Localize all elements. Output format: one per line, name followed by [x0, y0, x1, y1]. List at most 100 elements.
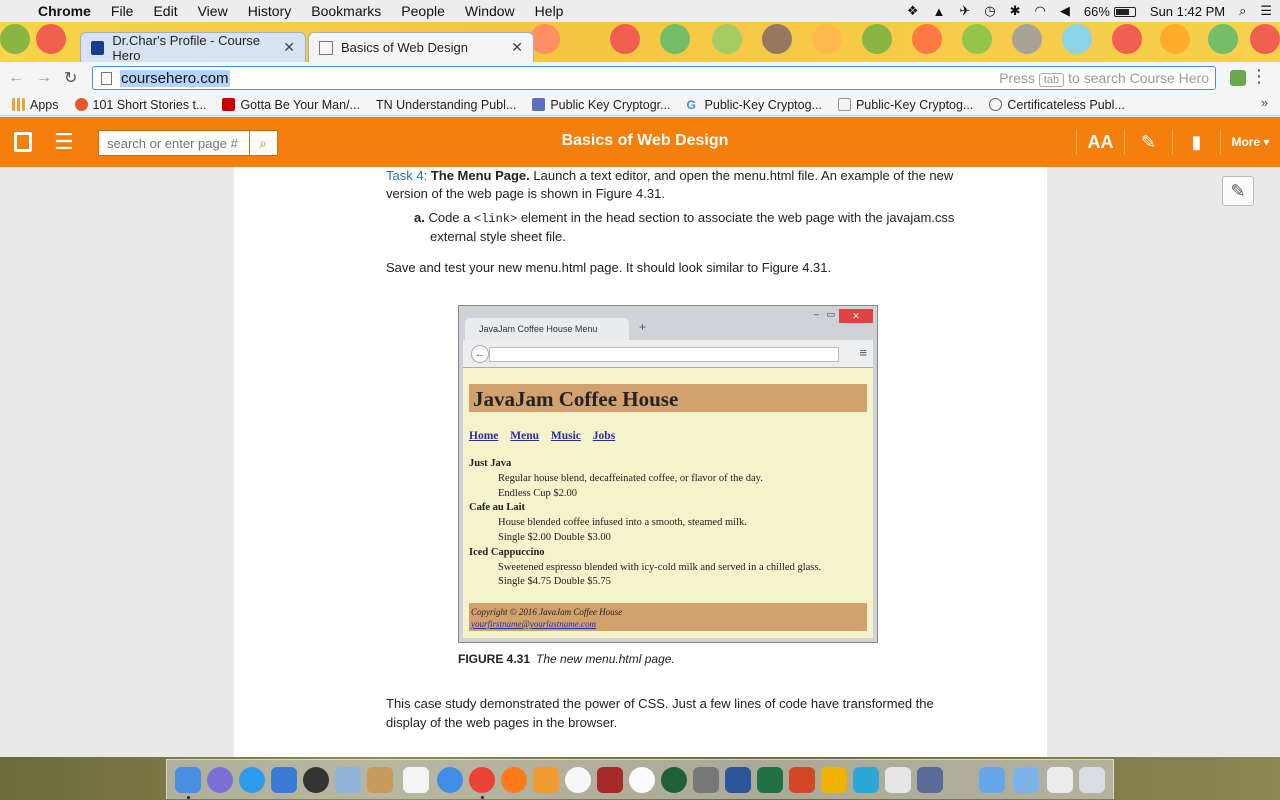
step-letter: a.	[414, 210, 425, 225]
font-size-button[interactable]: AA	[1076, 129, 1124, 155]
word-icon[interactable]	[725, 767, 751, 793]
mission-control-icon[interactable]	[271, 767, 297, 793]
menu-window[interactable]: Window	[465, 3, 515, 19]
more-button[interactable]: More ▾	[1220, 129, 1280, 155]
back-icon[interactable]: ←	[8, 69, 24, 87]
chrome-menu-icon[interactable]: ⋮	[1250, 66, 1268, 87]
tab-title: Basics of Web Design	[341, 40, 468, 55]
bookmark-item[interactable]: Certificateless Publ...	[989, 98, 1125, 112]
safari-icon[interactable]	[437, 767, 463, 793]
downloads-stack-icon[interactable]	[1047, 767, 1073, 793]
photos-icon[interactable]	[629, 767, 655, 793]
menu-app-name[interactable]: Chrome	[38, 3, 91, 19]
bluetooth-icon[interactable]: ✱	[1010, 3, 1021, 19]
finder-icon[interactable]	[175, 767, 201, 793]
chrome-icon[interactable]	[469, 767, 495, 793]
hint-key: tab	[1038, 73, 1065, 87]
bookmark-item[interactable]: Public Key Cryptogr...	[532, 97, 671, 112]
preview-icon[interactable]	[335, 767, 361, 793]
citrix-icon[interactable]	[853, 767, 879, 793]
tab-close-icon[interactable]: ✕	[283, 39, 295, 56]
coursehero-toolbar: ☰ ⌕ Basics of Web Design AA ✎ ▮ More ▾	[0, 117, 1280, 167]
hint-text: to search Course Hero	[1068, 70, 1209, 86]
edit-note-icon[interactable]: ✎	[1222, 176, 1254, 206]
tab-close-icon[interactable]: ✕	[511, 39, 523, 56]
firefox-icon[interactable]	[501, 767, 527, 793]
figure-screenshot: JavaJam Coffee House Menu + – ▭ ✕ ← ≡ Ja…	[458, 305, 878, 643]
tab-basics-web-design[interactable]: Basics of Web Design ✕	[308, 32, 534, 62]
tab-profile[interactable]: Dr.Char's Profile - Course Hero ✕	[80, 32, 306, 62]
theme-decoration	[762, 24, 792, 54]
ibooks-icon[interactable]	[533, 767, 559, 793]
tab-strip: Dr.Char's Profile - Course Hero ✕ Basics…	[0, 22, 1280, 62]
battery-icon	[1113, 7, 1136, 18]
photo-booth-icon[interactable]	[597, 767, 623, 793]
vpn-icon[interactable]: ✈	[959, 3, 970, 19]
menu-item-price: Single $2.00 Double $3.00	[498, 531, 611, 543]
theme-decoration	[660, 24, 690, 54]
menu-people[interactable]: People	[401, 3, 445, 19]
forward-icon[interactable]: →	[36, 69, 52, 87]
trash-icon[interactable]	[1079, 767, 1105, 793]
bookmark-label: Public Key Cryptogr...	[550, 97, 671, 112]
task-paragraph: Task 4: The Menu Page. Launch a text edi…	[386, 167, 956, 203]
file-icon[interactable]	[885, 767, 911, 793]
volume-icon[interactable]: ◀	[1060, 3, 1070, 19]
figure-minimize-icon: –	[813, 309, 819, 319]
bookmark-item[interactable]: TN Understanding Publ...	[376, 98, 516, 112]
figure-nav-link: Jobs	[592, 430, 616, 442]
contacts-icon[interactable]	[367, 767, 393, 793]
bookmarks-bar: Apps 101 Short Stories t... Gotta Be You…	[0, 94, 1280, 116]
notification-center-icon[interactable]: ☰	[1260, 3, 1272, 19]
calendar-icon[interactable]	[403, 767, 429, 793]
save-instruction: Save and test your new menu.html page. I…	[386, 260, 832, 275]
system-preferences-icon[interactable]	[693, 767, 719, 793]
siri-icon[interactable]	[207, 767, 233, 793]
screenshot-app-icon[interactable]	[917, 767, 943, 793]
reload-icon[interactable]: ↻	[64, 68, 77, 88]
bookmark-item[interactable]: Gotta Be Your Man/...	[222, 98, 360, 112]
applications-folder-icon[interactable]	[979, 767, 1005, 793]
address-bar[interactable]: coursehero.com Press tab to search Course …	[92, 66, 1216, 90]
menu-view[interactable]: View	[198, 3, 228, 19]
apps-grid-icon	[12, 98, 25, 111]
bookmark-icon[interactable]: ▮	[1172, 129, 1220, 155]
menu-edit[interactable]: Edit	[153, 3, 177, 19]
running-indicator	[481, 796, 484, 799]
clock[interactable]: Sun 1:42 PM	[1150, 4, 1225, 19]
spotlight-icon[interactable]: ⌕	[1239, 3, 1246, 19]
itunes-icon[interactable]	[565, 767, 591, 793]
theme-decoration	[912, 24, 942, 54]
menu-help[interactable]: Help	[535, 3, 564, 19]
task-step: a. Code a <link> element in the head sec…	[386, 209, 956, 246]
course-hero-favicon	[91, 40, 105, 55]
battery-indicator[interactable]: 66%	[1084, 4, 1136, 19]
wifi-icon[interactable]: ◠	[1035, 3, 1046, 19]
menu-history[interactable]: History	[248, 3, 292, 19]
powerpoint-icon[interactable]	[789, 767, 815, 793]
app-store-icon[interactable]	[239, 767, 265, 793]
menu-file[interactable]: File	[111, 3, 134, 19]
bookmark-apps[interactable]: Apps	[12, 98, 59, 112]
address-url[interactable]: coursehero.com	[120, 69, 230, 87]
highlight-pen-icon[interactable]: ✎	[1124, 129, 1172, 155]
bookmark-label: 101 Short Stories t...	[92, 97, 207, 112]
dropbox-icon[interactable]: ❖	[907, 3, 919, 19]
time-machine-icon[interactable]: ◷	[984, 3, 995, 19]
bookmark-item[interactable]: Public-Key Cryptog...	[837, 98, 973, 112]
drive-icon[interactable]: ▲	[933, 4, 946, 19]
onenote-icon[interactable]	[821, 767, 847, 793]
menu-bookmarks[interactable]: Bookmarks	[311, 3, 381, 19]
stumbleupon-icon	[74, 98, 88, 111]
extension-icon[interactable]	[1230, 70, 1246, 86]
theme-decoration	[1208, 24, 1238, 54]
time-machine-app-icon[interactable]	[661, 767, 687, 793]
bookmarks-overflow-icon[interactable]: »	[1261, 96, 1268, 110]
bookmark-item[interactable]: G Public-Key Cryptog...	[687, 98, 822, 113]
figure-nav-link: Home	[469, 430, 499, 442]
bookmark-item[interactable]: 101 Short Stories t...	[74, 97, 207, 112]
dashboard-icon[interactable]	[303, 767, 329, 793]
figure-menu-icon: ≡	[859, 345, 867, 360]
documents-folder-icon[interactable]	[1013, 767, 1039, 793]
excel-icon[interactable]	[757, 767, 783, 793]
